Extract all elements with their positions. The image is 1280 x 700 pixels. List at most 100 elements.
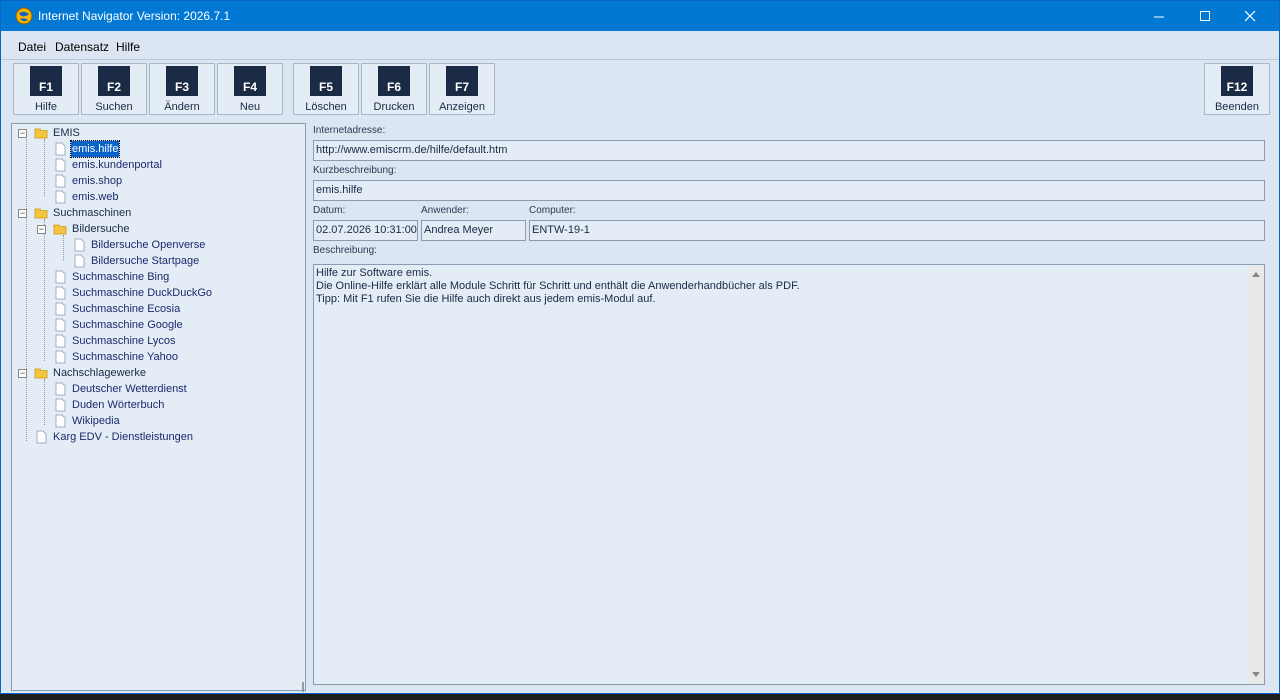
document-icon <box>55 174 66 188</box>
menu-datensatz[interactable]: Datensatz <box>55 40 109 54</box>
collapse-icon[interactable]: − <box>18 209 27 218</box>
tree-node-label: emis.kundenportal <box>72 159 162 171</box>
minimize-icon <box>1153 16 1164 17</box>
document-icon <box>74 254 85 268</box>
f5-key-icon: F5 <box>310 66 342 96</box>
document-icon <box>55 270 66 284</box>
tree-node-label: Suchmaschine Yahoo <box>72 351 178 363</box>
splitter-grip[interactable] <box>302 682 304 692</box>
tree-node-label: emis.hilfe <box>69 140 121 158</box>
loeschen-button[interactable]: F5 Löschen <box>293 63 359 115</box>
f2-key-icon: F2 <box>98 66 130 96</box>
menu-datei[interactable]: Datei <box>18 40 46 54</box>
document-icon <box>55 350 66 364</box>
short-description-field[interactable]: emis.hilfe <box>313 180 1265 201</box>
hilfe-button[interactable]: F1 Hilfe <box>13 63 79 115</box>
beenden-button[interactable]: F12 Beenden <box>1204 63 1270 115</box>
description-line: Tipp: Mit F1 rufen Sie die Hilfe auch di… <box>316 293 656 305</box>
tree-node-label: Bildersuche <box>72 223 130 235</box>
close-icon <box>1244 10 1255 21</box>
f4-key-icon: F4 <box>234 66 266 96</box>
document-icon <box>55 142 66 156</box>
date-label: Datum: <box>313 205 346 216</box>
tree-node-label: Nachschlagewerke <box>53 367 146 379</box>
tree-view[interactable]: − EMIS emis.hilfe emis.kundenportal emis… <box>11 123 306 692</box>
drucken-button[interactable]: F6 Drucken <box>361 63 427 115</box>
folder-icon <box>53 224 67 235</box>
f6-key-icon: F6 <box>378 66 410 96</box>
loeschen-button-label: Löschen <box>305 101 347 113</box>
tree-node-label: Bildersuche Openverse <box>91 239 206 251</box>
description-scrollbar[interactable] <box>1248 265 1264 684</box>
url-field[interactable]: http://www.emiscrm.de/hilfe/default.htm <box>313 140 1265 161</box>
aendern-button[interactable]: F3 Ändern <box>149 63 215 115</box>
user-label: Anwender: <box>421 205 469 216</box>
tree-node-label: Bildersuche Startpage <box>91 255 200 267</box>
document-icon <box>55 286 66 300</box>
tree-node-label: Karg EDV - Dienstleistungen <box>53 431 194 443</box>
document-icon <box>55 398 66 412</box>
tree-node-label: Suchmaschine Lycos <box>72 335 176 347</box>
anzeigen-button[interactable]: F7 Anzeigen <box>429 63 495 115</box>
minimize-button[interactable] <box>1136 1 1182 31</box>
folder-icon <box>34 128 48 139</box>
tree-node-label: Suchmaschine DuckDuckGo <box>72 287 213 299</box>
title-bar: Internet Navigator Version: 2026.7.1 <box>1 1 1279 31</box>
document-icon <box>55 158 66 172</box>
tree-connector <box>44 379 45 425</box>
neu-button[interactable]: F4 Neu <box>217 63 283 115</box>
description-label: Beschreibung: <box>313 245 377 256</box>
tree-connector <box>44 139 45 197</box>
collapse-icon[interactable]: − <box>18 129 27 138</box>
drucken-button-label: Drucken <box>373 101 415 113</box>
maximize-icon <box>1199 10 1210 21</box>
description-textarea[interactable]: Hilfe zur Software emis. Die Online-Hilf… <box>313 264 1265 685</box>
document-icon <box>55 414 66 428</box>
date-field[interactable]: 02.07.2026 10:31:00 <box>313 220 418 241</box>
menu-hilfe[interactable]: Hilfe <box>116 40 140 54</box>
computer-field[interactable]: ENTW-19-1 <box>529 220 1265 241</box>
folder-icon <box>34 208 48 219</box>
computer-label: Computer: <box>529 205 576 216</box>
tree-node-label: Deutscher Wetterdienst <box>72 383 187 395</box>
tree-node-label: Suchmaschinen <box>53 207 132 219</box>
document-icon <box>55 382 66 396</box>
toolbar: F1 Hilfe F2 Suchen F3 Ändern F4 Neu F5 L… <box>1 60 1279 119</box>
user-field[interactable]: Andrea Meyer <box>421 220 526 241</box>
tree-node-label: emis.shop <box>72 175 123 187</box>
document-icon <box>55 318 66 332</box>
tree-connector <box>44 219 45 361</box>
document-icon <box>55 190 66 204</box>
tree-node-label: Suchmaschine Google <box>72 319 183 331</box>
folder-icon <box>34 368 48 379</box>
url-label: Internetadresse: <box>313 125 386 136</box>
menu-bar: Datei Datensatz Hilfe <box>1 31 1279 60</box>
window-title: Internet Navigator Version: 2026.7.1 <box>38 9 231 23</box>
maximize-button[interactable] <box>1182 1 1228 31</box>
description-line: Hilfe zur Software emis. <box>316 267 433 279</box>
suchen-button[interactable]: F2 Suchen <box>81 63 147 115</box>
scroll-down-icon[interactable] <box>1251 671 1261 679</box>
beenden-button-label: Beenden <box>1214 101 1260 113</box>
neu-button-label: Neu <box>239 101 261 113</box>
tree-node-label: Duden Wörterbuch <box>72 399 165 411</box>
tree-node-label: emis.web <box>72 191 119 203</box>
tree-node-label: Suchmaschine Bing <box>72 271 170 283</box>
app-globe-icon <box>15 7 33 25</box>
tree-node-label: EMIS <box>53 127 80 139</box>
document-icon <box>36 430 47 444</box>
collapse-icon[interactable]: − <box>18 369 27 378</box>
scroll-up-icon[interactable] <box>1251 270 1261 278</box>
tree-connector <box>63 235 64 261</box>
suchen-button-label: Suchen <box>95 101 133 113</box>
collapse-icon[interactable]: − <box>37 225 46 234</box>
anzeigen-button-label: Anzeigen <box>439 101 485 113</box>
tree-connector <box>26 139 27 441</box>
document-icon <box>55 302 66 316</box>
f1-key-icon: F1 <box>30 66 62 96</box>
tree-node-label: Wikipedia <box>72 415 120 427</box>
f7-key-icon: F7 <box>446 66 478 96</box>
close-button[interactable] <box>1227 1 1273 31</box>
description-line: Die Online-Hilfe erklärt alle Module Sch… <box>316 280 800 292</box>
document-icon <box>55 334 66 348</box>
